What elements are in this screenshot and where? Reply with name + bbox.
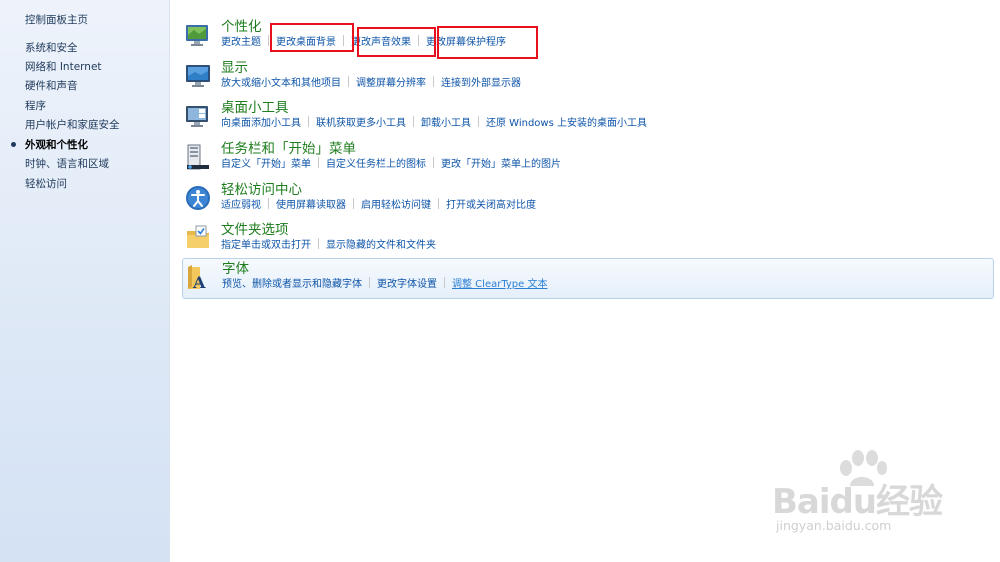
adjust-cleartype-link[interactable]: 调整 ClearType 文本 xyxy=(452,279,547,290)
get-more-gadgets-link[interactable]: 联机获取更多小工具 xyxy=(316,118,406,129)
folder-options-icon[interactable] xyxy=(184,224,212,252)
category-display: 显示 放大或缩小文本和其他项目 调整屏幕分辨率 连接到外部显示器 xyxy=(182,57,994,98)
link-separator xyxy=(268,35,269,46)
category-fonts: A 字体 预览、删除或者显示和隐藏字体 更改字体设置 调整 ClearType 文本 xyxy=(182,258,994,299)
uninstall-gadget-link[interactable]: 卸载小工具 xyxy=(421,118,471,129)
category-links: 自定义「开始」菜单 自定义任务栏上的图标 更改「开始」菜单上的图片 xyxy=(221,157,561,172)
sidebar-item-ease-of-access[interactable]: 轻松访问 xyxy=(25,176,67,191)
sidebar-item-control-panel-home[interactable]: 控制面板主页 xyxy=(25,12,88,27)
sidebar-item-network-internet[interactable]: 网络和 Internet xyxy=(25,59,102,74)
category-gadgets: 桌面小工具 向桌面添加小工具 联机获取更多小工具 卸载小工具 还原 Windows 上… xyxy=(182,97,994,138)
adjust-resolution-link[interactable]: 调整屏幕分辨率 xyxy=(356,78,426,89)
category-links: 预览、删除或者显示和隐藏字体 更改字体设置 调整 ClearType 文本 xyxy=(222,277,547,292)
category-links: 向桌面添加小工具 联机获取更多小工具 卸载小工具 还原 Windows 上安装的桌面小… xyxy=(221,116,647,131)
category-title[interactable]: 个性化 xyxy=(221,15,262,35)
change-start-menu-picture-link[interactable]: 更改「开始」菜单上的图片 xyxy=(441,159,561,170)
link-separator xyxy=(478,116,479,127)
link-separator xyxy=(444,277,445,288)
category-links: 指定单击或双击打开 显示隐藏的文件和文件夹 xyxy=(221,238,436,253)
link-separator xyxy=(369,277,370,288)
zoom-text-link[interactable]: 放大或缩小文本和其他项目 xyxy=(221,78,341,89)
add-gadgets-link[interactable]: 向桌面添加小工具 xyxy=(221,118,301,129)
category-title[interactable]: 任务栏和「开始」菜单 xyxy=(221,137,356,157)
link-separator xyxy=(343,35,344,46)
sidebar-item-clock-language[interactable]: 时钟、语言和区域 xyxy=(25,156,109,171)
connect-external-display-link[interactable]: 连接到外部显示器 xyxy=(441,78,521,89)
link-separator xyxy=(413,116,414,127)
category-links: 更改主题 更改桌面背景 更改声音效果 更改屏幕保护程序 xyxy=(221,35,506,50)
single-double-click-link[interactable]: 指定单击或双击打开 xyxy=(221,240,311,251)
gadgets-icon[interactable] xyxy=(184,102,212,130)
personalization-icon[interactable] xyxy=(184,21,212,49)
category-folder-options: 文件夹选项 指定单击或双击打开 显示隐藏的文件和文件夹 xyxy=(182,219,994,260)
display-icon[interactable] xyxy=(184,62,212,90)
link-separator xyxy=(268,198,269,209)
category-title[interactable]: 文件夹选项 xyxy=(221,218,289,238)
category-ease-of-access: 轻松访问中心 适应弱视 使用屏幕读取器 启用轻松访问键 打开或关闭高对比度 xyxy=(182,179,994,220)
link-separator xyxy=(318,157,319,168)
link-separator xyxy=(433,157,434,168)
taskbar-icon[interactable] xyxy=(184,143,212,171)
change-desktop-background-link[interactable]: 更改桌面背景 xyxy=(276,37,336,48)
link-separator xyxy=(353,198,354,209)
accessibility-keys-link[interactable]: 启用轻松访问键 xyxy=(361,200,431,211)
low-vision-link[interactable]: 适应弱视 xyxy=(221,200,261,211)
category-title[interactable]: 字体 xyxy=(222,257,249,277)
link-separator xyxy=(308,116,309,127)
restore-gadgets-link[interactable]: 还原 Windows 上安装的桌面小工具 xyxy=(486,118,647,129)
baidu-watermark: Baidu经验 jingyan.baidu.com xyxy=(772,450,952,540)
watermark-url: jingyan.baidu.com xyxy=(776,518,892,533)
show-hidden-files-link[interactable]: 显示隐藏的文件和文件夹 xyxy=(326,240,436,251)
category-links: 放大或缩小文本和其他项目 调整屏幕分辨率 连接到外部显示器 xyxy=(221,76,521,91)
ease-of-access-icon[interactable] xyxy=(184,184,212,212)
link-separator xyxy=(438,198,439,209)
current-item-bullet-icon xyxy=(11,142,16,147)
preview-delete-fonts-link[interactable]: 预览、删除或者显示和隐藏字体 xyxy=(222,279,362,290)
customize-start-menu-link[interactable]: 自定义「开始」菜单 xyxy=(221,159,311,170)
high-contrast-link[interactable]: 打开或关闭高对比度 xyxy=(446,200,536,211)
category-taskbar: 任务栏和「开始」菜单 自定义「开始」菜单 自定义任务栏上的图标 更改「开始」菜单上的… xyxy=(182,138,994,179)
sidebar-item-user-accounts[interactable]: 用户帐户和家庭安全 xyxy=(25,117,120,132)
customize-taskbar-icons-link[interactable]: 自定义任务栏上的图标 xyxy=(326,159,426,170)
link-separator xyxy=(348,76,349,87)
svg-text:A: A xyxy=(192,273,206,291)
change-screen-saver-link[interactable]: 更改屏幕保护程序 xyxy=(426,37,506,48)
sidebar-item-system-security[interactable]: 系统和安全 xyxy=(25,40,78,55)
screen-reader-link[interactable]: 使用屏幕读取器 xyxy=(276,200,346,211)
change-font-settings-link[interactable]: 更改字体设置 xyxy=(377,279,437,290)
category-title[interactable]: 轻松访问中心 xyxy=(221,178,302,198)
sidebar-item-appearance[interactable]: 外观和个性化 xyxy=(25,137,88,152)
fonts-icon[interactable]: A xyxy=(184,263,212,291)
sidebar-item-hardware-sound[interactable]: 硬件和声音 xyxy=(25,78,78,93)
category-title[interactable]: 桌面小工具 xyxy=(221,96,289,116)
watermark-text: Baidu经验 xyxy=(772,482,943,522)
change-sound-effects-link[interactable]: 更改声音效果 xyxy=(351,37,411,48)
sidebar-item-programs[interactable]: 程序 xyxy=(25,98,46,113)
category-title[interactable]: 显示 xyxy=(221,56,248,76)
link-separator xyxy=(433,76,434,87)
category-links: 适应弱视 使用屏幕读取器 启用轻松访问键 打开或关闭高对比度 xyxy=(221,198,536,213)
left-navigation-pane: 控制面板主页 系统和安全 网络和 Internet 硬件和声音 程序 用户帐户和… xyxy=(0,0,170,562)
link-separator xyxy=(418,35,419,46)
change-theme-link[interactable]: 更改主题 xyxy=(221,37,261,48)
link-separator xyxy=(318,238,319,249)
category-personalization: 个性化 更改主题 更改桌面背景 更改声音效果 更改屏幕保护程序 xyxy=(182,16,994,57)
